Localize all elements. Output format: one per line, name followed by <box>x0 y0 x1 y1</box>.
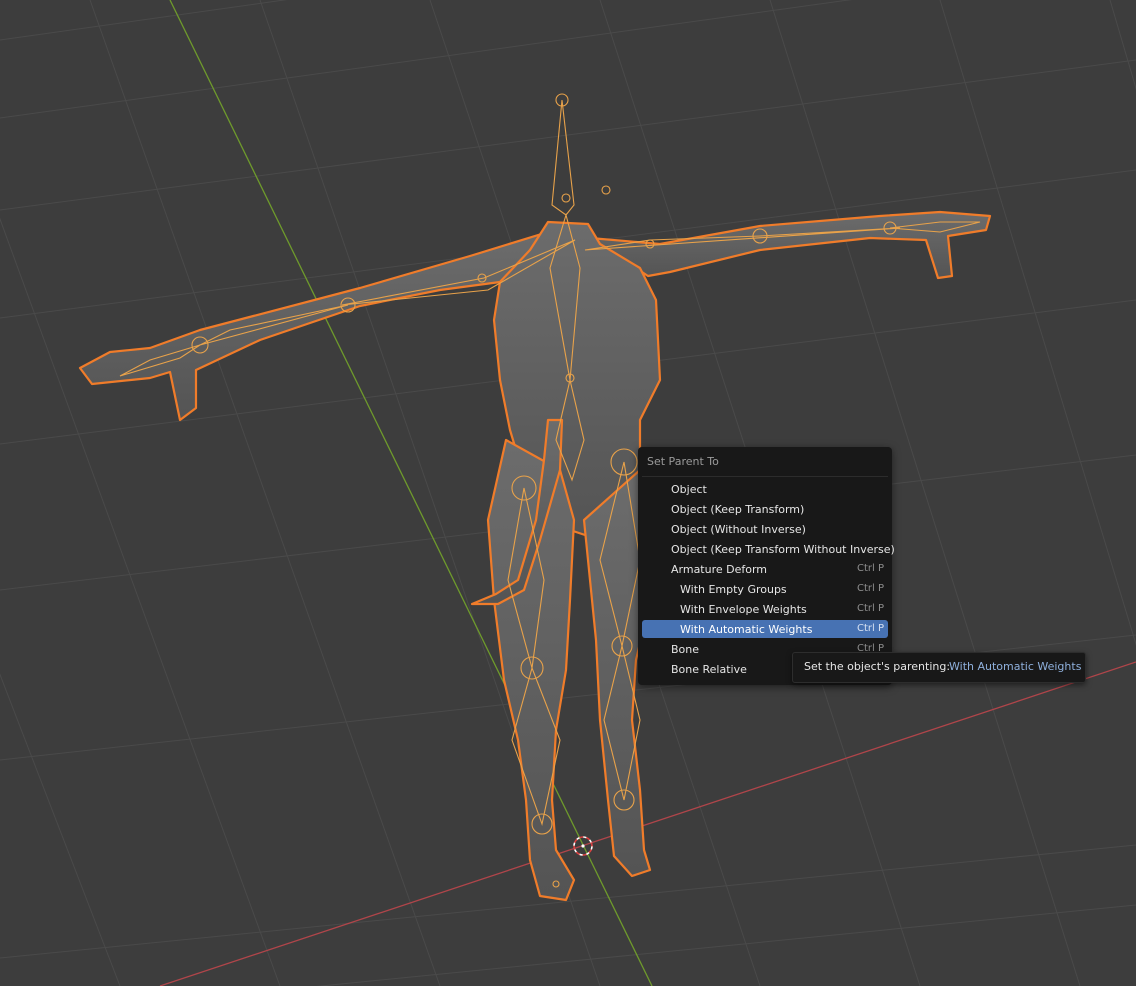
menu-item-label: Object (Keep Transform Without Inverse) <box>671 543 895 556</box>
menu-item-label: With Automatic Weights <box>680 623 813 636</box>
3d-viewport[interactable] <box>0 0 1136 986</box>
menu-item-shortcut: Ctrl P <box>856 603 884 614</box>
menu-item-label: Bone <box>671 643 700 656</box>
menu-item-label: Object (Without Inverse) <box>671 523 806 536</box>
menu-item-label: With Empty Groups <box>680 583 787 596</box>
menu-item-shortcut: Ctrl P <box>856 583 884 594</box>
menu-item-object[interactable]: Object <box>642 480 888 498</box>
menu-item-with-empty-groups[interactable]: With Empty Groups Ctrl P <box>642 580 888 598</box>
menu-item-armature-deform[interactable]: Armature Deform Ctrl P <box>642 560 888 578</box>
menu-item-label: Object <box>671 483 707 496</box>
menu-item-shortcut: Ctrl P <box>856 623 884 634</box>
menu-item-shortcut: Ctrl P <box>856 563 884 574</box>
menu-item-label: Object (Keep Transform) <box>671 503 805 516</box>
tooltip: Set the object's parenting: With Automat… <box>792 652 1086 683</box>
menu-item-object-without-inverse[interactable]: Object (Without Inverse) <box>642 520 888 538</box>
menu-separator <box>642 476 888 477</box>
menu-item-label: With Envelope Weights <box>680 603 807 616</box>
menu-item-with-automatic-weights[interactable]: With Automatic Weights Ctrl P <box>642 620 888 638</box>
menu-item-label: Bone Relative <box>671 663 747 676</box>
menu-title: Set Parent To <box>647 455 719 468</box>
tooltip-value: With Automatic Weights <box>949 660 1082 673</box>
menu-item-object-keep-transform-without-inverse[interactable]: Object (Keep Transform Without Inverse) <box>642 540 895 558</box>
3d-cursor-icon <box>573 836 593 856</box>
menu-item-with-envelope-weights[interactable]: With Envelope Weights Ctrl P <box>642 600 888 618</box>
tooltip-text: Set the object's parenting: <box>804 660 951 673</box>
menu-item-label: Armature Deform <box>671 563 768 576</box>
x-axis-line <box>159 661 1136 986</box>
menu-item-object-keep-transform[interactable]: Object (Keep Transform) <box>642 500 888 518</box>
set-parent-menu: Set Parent To Object Object (Keep Transf… <box>638 447 895 685</box>
